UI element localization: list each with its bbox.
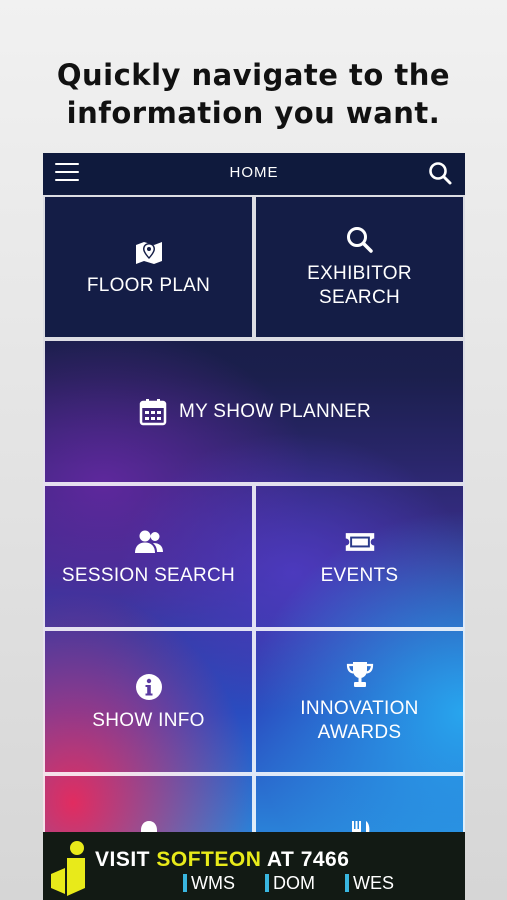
banner-tag: DOM — [265, 874, 315, 892]
banner-tag: WMS — [183, 874, 235, 892]
advertisement-banner[interactable]: VISIT SOFTEON AT 7466 WMS DOM WES — [43, 832, 465, 900]
tile-session-search-label: SESSION SEARCH — [61, 564, 236, 586]
banner-headline: VISIT SOFTEON AT 7466 — [95, 848, 349, 872]
banner-visit: VISIT — [95, 848, 157, 871]
tile-session-search[interactable]: SESSION SEARCH — [43, 484, 254, 629]
banner-booth: AT 7466 — [261, 848, 350, 871]
search-icon — [346, 227, 373, 253]
tile-show-info-label: SHOW INFO — [92, 709, 205, 731]
info-icon — [135, 673, 162, 700]
headline-line-1: Quickly navigate to the — [56, 58, 451, 92]
trophy-icon — [346, 661, 373, 687]
tile-show-info[interactable]: SHOW INFO — [43, 629, 254, 774]
softeon-logo — [51, 841, 85, 896]
map-pin-icon — [135, 242, 162, 264]
search-icon[interactable] — [427, 160, 453, 186]
tile-floor-plan[interactable]: FLOOR PLAN — [43, 195, 254, 339]
page-title: HOME — [229, 164, 279, 181]
tile-my-show-planner-label: MY SHOW PLANNER — [178, 400, 372, 422]
ticket-icon — [345, 532, 374, 551]
tile-floor-plan-label: FLOOR PLAN — [86, 275, 211, 296]
app-screen: HOME FLOOR PLAN EXHIBITOR SEARCH MY SHOW… — [43, 153, 465, 900]
tile-events-label: EVENTS — [320, 564, 399, 586]
headline-line-2: information you want. — [66, 96, 441, 130]
banner-tags: WMS DOM WES — [183, 874, 394, 892]
tile-innovation-awards[interactable]: INNOVATION AWARDS — [254, 629, 465, 774]
calendar-icon — [139, 398, 167, 425]
marketing-headline: Quickly navigate to the information you … — [0, 56, 507, 132]
tile-exhibitor-search[interactable]: EXHIBITOR SEARCH — [254, 195, 465, 339]
banner-tag: WES — [345, 874, 394, 892]
tile-my-show-planner[interactable]: MY SHOW PLANNER — [43, 339, 465, 484]
tile-events[interactable]: EVENTS — [254, 484, 465, 629]
people-icon — [134, 530, 163, 553]
top-bar: HOME — [43, 153, 465, 193]
tile-innovation-awards-label: INNOVATION AWARDS — [300, 697, 419, 743]
tile-exhibitor-search-label: EXHIBITOR SEARCH — [307, 263, 412, 308]
banner-brand: SOFTEON — [156, 848, 262, 871]
